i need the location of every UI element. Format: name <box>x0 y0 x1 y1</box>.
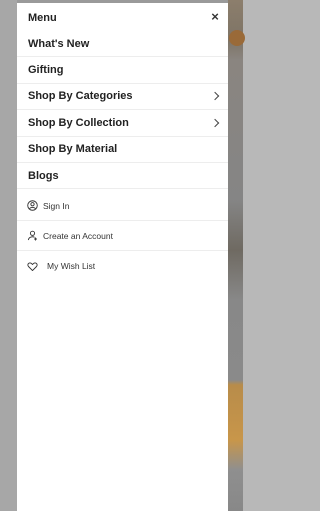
nav-item-blogs[interactable]: Blogs <box>17 163 228 190</box>
menu-header: Menu × <box>17 3 228 31</box>
background-page-edge <box>228 0 243 511</box>
sign-in-link[interactable]: Sign In <box>17 191 228 222</box>
menu-title: Menu <box>28 12 57 24</box>
nav-item-label: Blogs <box>28 169 59 182</box>
nav-item-label: What's New <box>28 37 90 50</box>
background-cart-badge <box>229 30 245 46</box>
nav-item-label: Gifting <box>28 64 64 77</box>
sign-in-label: Sign In <box>43 200 70 211</box>
chevron-right-icon <box>210 118 220 128</box>
wish-list-label: My Wish List <box>47 261 96 272</box>
nav-item-whats-new[interactable]: What's New <box>17 31 228 58</box>
nav-item-label: Shop By Collection <box>28 116 129 129</box>
nav-item-label: Shop By Material <box>28 143 118 156</box>
heart-icon <box>27 261 38 272</box>
chevron-right-icon <box>210 92 220 101</box>
nav-item-gifting[interactable]: Gifting <box>17 57 228 84</box>
nav-item-shop-by-categories[interactable]: Shop By Categories <box>17 84 228 111</box>
close-icon[interactable]: × <box>209 10 221 23</box>
nav-item-label: Shop By Categories <box>28 90 133 103</box>
menu-drawer: Menu × What's New Gifting Shop By Catego… <box>17 0 228 511</box>
overlay-left-margin[interactable] <box>0 0 17 511</box>
user-add-icon <box>27 230 38 241</box>
user-circle-icon <box>27 200 38 212</box>
create-account-link[interactable]: Create an Account <box>17 221 228 252</box>
nav-item-shop-by-collection[interactable]: Shop By Collection <box>17 110 228 137</box>
wish-list-link[interactable]: My Wish List <box>17 251 228 281</box>
create-account-label: Create an Account <box>43 230 113 241</box>
nav-item-shop-by-material[interactable]: Shop By Material <box>17 137 228 163</box>
